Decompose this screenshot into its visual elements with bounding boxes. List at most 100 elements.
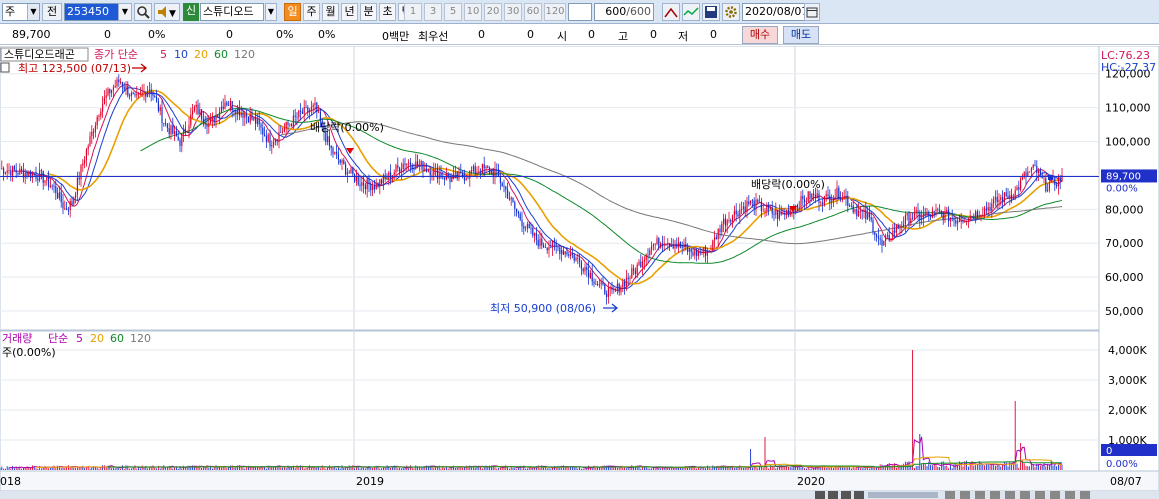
candle-body (53, 185, 55, 187)
period-week[interactable]: 주 (303, 3, 320, 21)
period-minute[interactable]: 분 (360, 3, 377, 21)
candle-body (768, 205, 770, 209)
zoom-in-icon[interactable] (960, 491, 970, 499)
candle-body (733, 210, 735, 216)
draw-tool-icon[interactable] (662, 3, 680, 21)
candle-body (1047, 189, 1049, 192)
pen-tool-icon[interactable] (1035, 491, 1045, 499)
candle-body (627, 277, 629, 279)
interval-30[interactable]: 30 (504, 3, 522, 21)
gear-icon[interactable] (722, 3, 740, 21)
candle-body (937, 209, 939, 211)
buy-button[interactable]: 매수 (742, 26, 778, 44)
interval-custom-input[interactable] (568, 3, 592, 21)
candle-body (40, 170, 42, 172)
settings-tool-icon[interactable] (1080, 491, 1090, 499)
eraser-icon[interactable] (1050, 491, 1060, 499)
candle-body (235, 110, 237, 115)
crosshair-icon[interactable] (990, 491, 1000, 499)
ma-10-label: 10 (174, 48, 188, 61)
save-icon[interactable] (702, 3, 720, 21)
interval-5[interactable]: 5 (444, 3, 462, 21)
candle-body (262, 127, 264, 135)
sell-button[interactable]: 매도 (783, 26, 819, 44)
period-day[interactable]: 일 (284, 3, 301, 21)
candle-body (499, 176, 501, 184)
scroll-prev-icon[interactable] (828, 491, 838, 499)
candle-body (523, 226, 525, 229)
price-change: 0 (104, 28, 111, 41)
zoom-out-icon[interactable] (945, 491, 955, 499)
candle-body (717, 228, 719, 240)
period-year[interactable]: 년 (341, 3, 358, 21)
low-label: 저 (678, 30, 689, 43)
ma-120-label: 120 (234, 48, 255, 61)
candle-body (955, 220, 957, 224)
scroll-track[interactable] (0, 491, 1159, 499)
count-field[interactable]: 600/600 (594, 3, 654, 21)
search-icon[interactable] (134, 3, 152, 21)
candle-body (1005, 192, 1007, 196)
stock-dropdown[interactable]: ▼ (265, 3, 277, 21)
scroll-thumb[interactable] (868, 492, 938, 498)
candle-body (498, 169, 500, 177)
code-dropdown[interactable]: ▼ (118, 3, 132, 21)
candle-body (1007, 195, 1009, 199)
candle-body (204, 122, 206, 125)
ruler-icon[interactable] (1005, 491, 1015, 499)
text-tool-icon[interactable] (1065, 491, 1075, 499)
candle-body (1054, 177, 1056, 186)
candle-body (1048, 182, 1050, 190)
speaker-icon[interactable]: ▼ (154, 3, 180, 21)
period-second[interactable]: 초 (379, 3, 396, 21)
candle-body (357, 176, 359, 185)
scroll-last-icon[interactable] (854, 491, 864, 499)
candle-body (192, 110, 194, 115)
interval-120[interactable]: 120 (544, 3, 566, 21)
candle-body (892, 230, 894, 239)
candle-body (341, 160, 343, 163)
svg-text:▼: ▼ (169, 9, 176, 19)
candle-body (19, 168, 21, 175)
interval-3[interactable]: 3 (424, 3, 442, 21)
candle-body (681, 247, 683, 249)
candle-body (224, 102, 226, 109)
candle-body (161, 107, 163, 123)
stock-chart[interactable]: 120,000110,000100,00090,00080,00070,0006… (0, 46, 1159, 499)
calendar-icon[interactable] (804, 3, 820, 21)
scroll-first-icon[interactable] (815, 491, 825, 499)
candle-body (190, 114, 192, 126)
reset-zoom-icon[interactable] (975, 491, 985, 499)
interval-20[interactable]: 20 (484, 3, 502, 21)
indicator-icon[interactable] (682, 3, 700, 21)
candle-body (726, 220, 728, 226)
candle-body (134, 94, 136, 96)
candle-body (514, 202, 516, 209)
trend-tool-icon[interactable] (1020, 491, 1030, 499)
stock-name-field[interactable]: 스튜디오드 (200, 3, 264, 21)
interval-1[interactable]: 1 (404, 3, 422, 21)
candle-body (13, 166, 15, 171)
candle-body (49, 185, 51, 187)
interval-60[interactable]: 60 (524, 3, 542, 21)
candle-body (861, 210, 863, 212)
candle-body (823, 196, 825, 205)
interval-10[interactable]: 10 (464, 3, 482, 21)
market-select-value: 주 (5, 5, 16, 18)
period-month[interactable]: 월 (322, 3, 339, 21)
candle-body (199, 109, 201, 115)
market-select[interactable]: 주 ▼ (2, 3, 40, 21)
candle-body (942, 212, 944, 220)
candle-body (750, 200, 752, 205)
candle-body (840, 198, 842, 200)
ma-60-label: 60 (214, 48, 228, 61)
candle-body (975, 211, 977, 220)
candle-body (978, 216, 980, 218)
scroll-next-icon[interactable] (841, 491, 851, 499)
dividend-label-2: 배당락(0.00%) (751, 178, 825, 191)
current-price-label: 89,700 (1106, 171, 1141, 182)
prev-button[interactable]: 전 (42, 3, 62, 21)
x-axis-panel (0, 470, 1159, 492)
candle-body (841, 198, 843, 200)
candle-body (94, 125, 96, 133)
